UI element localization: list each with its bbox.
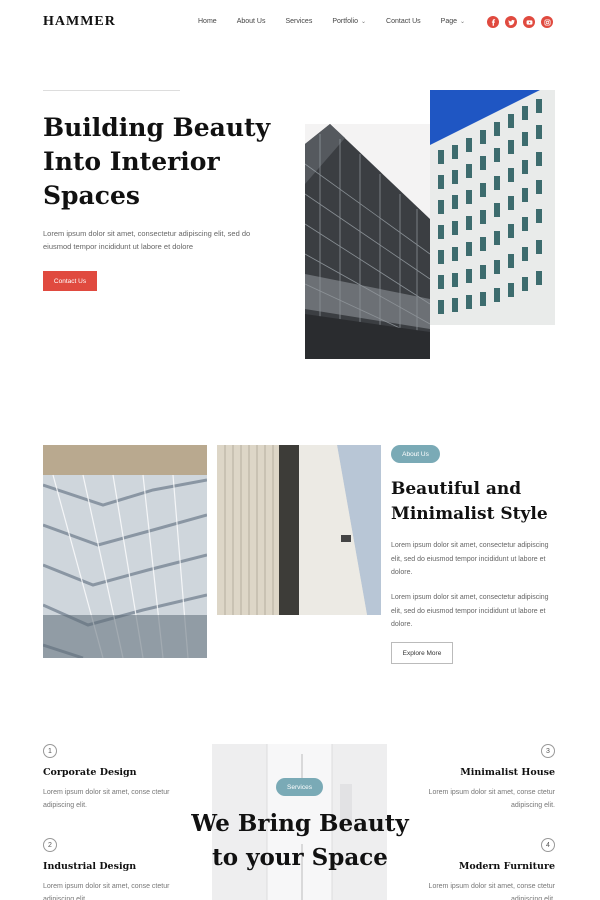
service-title[interactable]: Modern Furniture <box>405 861 555 872</box>
services-badge: Services <box>276 778 323 796</box>
about-us-badge: About Us <box>391 445 440 463</box>
chevron-down-icon: ⌄ <box>460 19 466 25</box>
nav-item-home[interactable]: Home <box>198 18 217 25</box>
chevron-down-icon: ⌄ <box>361 19 367 25</box>
contact-us-button[interactable]: Contact Us <box>43 271 97 291</box>
services-heading-line: We Bring Beauty <box>191 810 409 837</box>
nav-label: About Us <box>236 18 266 25</box>
service-number: 4 <box>541 838 555 852</box>
nav-label: Services <box>285 18 313 25</box>
hero-title-line: Spaces <box>43 181 140 210</box>
service-title[interactable]: Industrial Design <box>43 861 136 872</box>
hero-description: Lorem ipsum dolor sit amet, consectetur … <box>43 229 251 251</box>
about-paragraph: Lorem ipsum dolor sit amet, consectetur … <box>391 594 549 628</box>
instagram-icon[interactable] <box>541 16 553 28</box>
about-title: Beautiful and Minimalist Style <box>391 477 571 527</box>
service-title[interactable]: Corporate Design <box>43 767 137 778</box>
nav-item-contact[interactable]: Contact Us <box>386 18 421 25</box>
services-heading-line: to your Space <box>212 844 388 871</box>
service-number: 1 <box>43 744 57 758</box>
about-paragraph: Lorem ipsum dolor sit amet, consectetur … <box>391 542 549 576</box>
service-description: Lorem ipsum dolor sit amet, conse ctetur… <box>43 883 170 900</box>
about-title-line: Minimalist Style <box>391 504 548 524</box>
about-image-facade <box>217 445 381 615</box>
social-links <box>487 16 553 28</box>
hero-image-glass-tower <box>305 124 430 359</box>
service-description: Lorem ipsum dolor sit amet, conse ctetur… <box>43 789 170 809</box>
service-number: 2 <box>43 838 57 852</box>
service-description: Lorem ipsum dolor sit amet, conse ctetur… <box>428 789 555 809</box>
nav-label: Contact Us <box>386 18 421 25</box>
service-title[interactable]: Minimalist House <box>405 767 555 778</box>
site-logo[interactable]: HAMMER <box>43 14 116 30</box>
nav-label: Home <box>198 18 217 25</box>
nav-item-portfolio[interactable]: Portfolio ⌄ <box>332 18 366 25</box>
main-nav: Home About Us Services Portfolio ⌄ Contac… <box>198 18 485 25</box>
services-heading: We Bring Beauty to your Space <box>180 807 420 875</box>
nav-label: Portfolio <box>332 18 359 25</box>
nav-item-page[interactable]: Page ⌄ <box>441 18 465 25</box>
hero-title-line: Into Interior <box>43 147 220 176</box>
explore-more-button[interactable]: Explore More <box>391 642 453 664</box>
twitter-icon[interactable] <box>505 16 517 28</box>
hero-divider <box>43 90 180 91</box>
about-image-atrium <box>43 445 207 658</box>
nav-item-about[interactable]: About Us <box>237 18 266 25</box>
service-description: Lorem ipsum dolor sit amet, conse ctetur… <box>428 883 555 900</box>
about-title-line: Beautiful and <box>391 479 522 499</box>
facebook-icon[interactable] <box>487 16 499 28</box>
youtube-icon[interactable] <box>523 16 535 28</box>
hero-title: Building Beauty Into Interior Spaces <box>43 111 283 213</box>
nav-item-services[interactable]: Services <box>285 18 312 25</box>
nav-label: Page <box>440 18 458 25</box>
hero-title-line: Building Beauty <box>43 113 271 142</box>
hero-image-office-building <box>430 90 555 325</box>
service-number: 3 <box>541 744 555 758</box>
